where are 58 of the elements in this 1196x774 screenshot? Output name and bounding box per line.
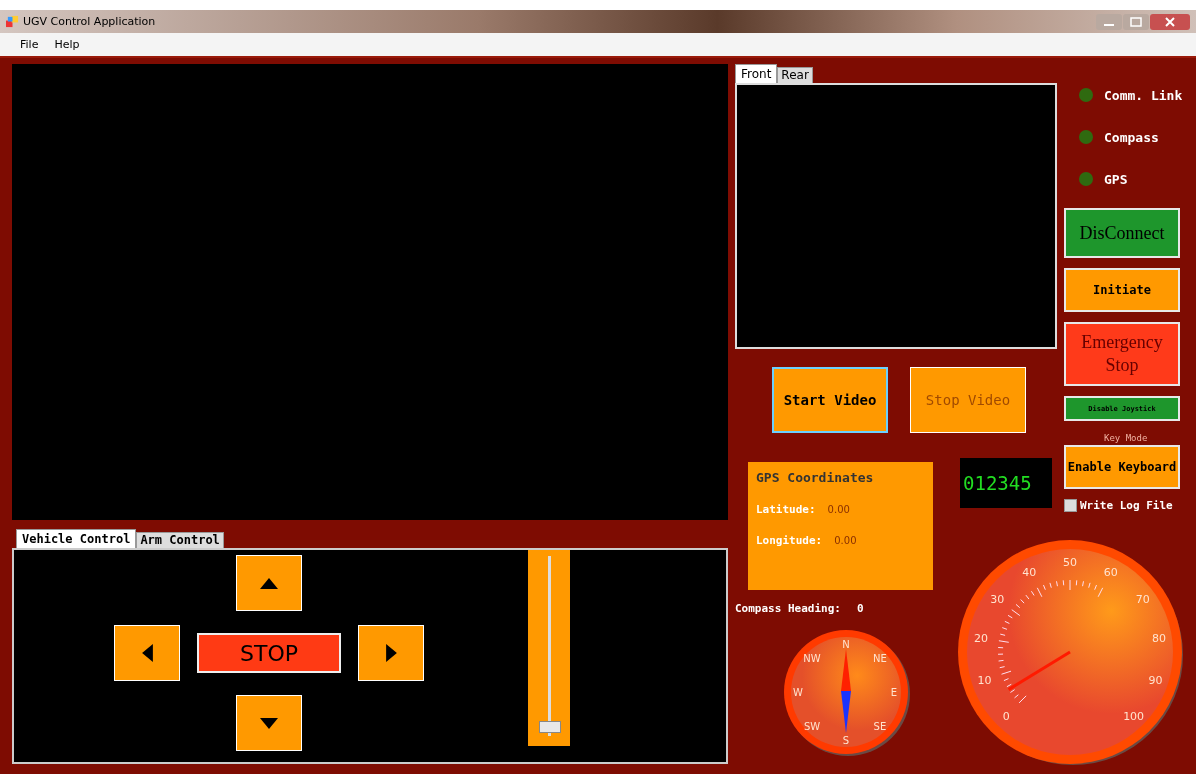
compass-label: SE	[873, 720, 887, 732]
gauge-label: 100	[1123, 709, 1145, 723]
field-value: 0.00	[827, 504, 850, 515]
gauge-label: 20	[974, 631, 989, 645]
down-arrow-icon	[260, 717, 278, 729]
status-label: Compass	[1104, 129, 1159, 145]
gauge-label: 40	[1022, 565, 1037, 579]
tab[interactable]: Vehicle Control	[16, 529, 137, 548]
app-icon	[6, 15, 19, 28]
field-label: Latitude:	[756, 503, 816, 516]
gauge-label: 60	[1103, 565, 1118, 579]
heading-value: 0	[856, 602, 864, 615]
action-button[interactable]: DisConnect	[1064, 208, 1180, 258]
up-arrow-icon	[260, 577, 278, 589]
tab[interactable]: Arm Control	[136, 532, 224, 548]
menu-item[interactable]: File	[20, 38, 39, 51]
down-button[interactable]	[236, 695, 302, 751]
right-button[interactable]	[358, 625, 424, 681]
checkbox[interactable]	[1064, 499, 1077, 512]
stop-button[interactable]: STOP	[197, 633, 341, 673]
left-button[interactable]	[114, 625, 180, 681]
action-button[interactable]: Initiate	[1064, 268, 1180, 312]
action-button[interactable]: Emergency Stop	[1064, 322, 1180, 386]
compass-label: E	[890, 687, 898, 698]
gauge-label: 70	[1135, 593, 1150, 607]
video-button[interactable]: Start Video	[772, 367, 888, 433]
field-label: Longitude:	[756, 534, 823, 547]
gauge-label: 10	[977, 673, 992, 687]
gauge-label: 80	[1151, 631, 1166, 645]
tab[interactable]: Front	[735, 64, 778, 83]
status-label: Comm. Link	[1104, 87, 1183, 103]
gauge-label: 0	[1002, 709, 1010, 723]
gauge-label: 90	[1148, 673, 1163, 687]
mode-label: Key Mode	[1104, 433, 1149, 443]
throttle-slider[interactable]	[528, 550, 570, 746]
right-arrow-icon	[385, 644, 397, 662]
keyboard-button[interactable]: Enable Keyboard	[1064, 445, 1180, 489]
gauge-label: 50	[1063, 556, 1077, 569]
compass-label: W	[793, 687, 803, 698]
window-title: UGV Control Application	[23, 15, 156, 28]
status-label: GPS	[1104, 171, 1128, 187]
field-value: 0.00	[834, 535, 857, 546]
compass-label: N	[842, 639, 850, 650]
heading-label: Compass Heading:	[735, 602, 841, 615]
checkbox-label: Write Log File	[1080, 499, 1173, 512]
gauge-label: 30	[990, 593, 1005, 607]
tab[interactable]: Rear	[777, 67, 813, 83]
close-icon[interactable]	[1150, 13, 1190, 30]
compass-label: SW	[803, 720, 821, 732]
left-arrow-icon	[141, 644, 153, 662]
menu-item[interactable]: Help	[54, 38, 80, 51]
up-button[interactable]	[236, 555, 302, 611]
digital-counter: 012345	[960, 458, 1052, 508]
compass-label: NW	[803, 653, 821, 665]
compass-label: NE	[873, 653, 887, 665]
slider-thumb[interactable]	[538, 720, 561, 733]
gps-title: GPS Coordinates	[756, 470, 875, 485]
compass-label: S	[842, 735, 850, 746]
